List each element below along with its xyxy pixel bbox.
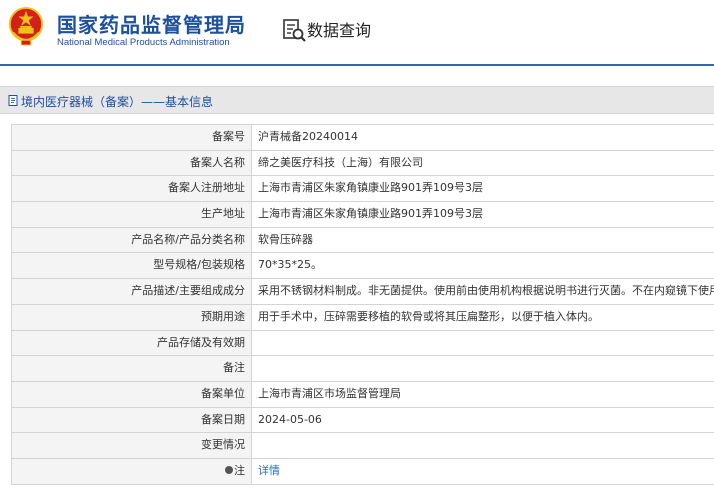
field-label: 变更情况 — [12, 433, 252, 458]
field-value: 沪青械备20240014 — [258, 130, 358, 143]
field-value: 缔之美医疗科技（上海）有限公司 — [258, 155, 423, 169]
detail-table: 备案号 沪青械备20240014 备案人名称 缔之美医疗科技（上海）有限公司 备… — [11, 124, 714, 485]
field-value: 采用不锈钢材料制成。非无菌提供。使用前由使用机构根据说明书进行灭菌。不在内窥镜下… — [258, 284, 714, 298]
table-row: 变更情况 — [12, 433, 714, 459]
bullet-icon — [225, 465, 233, 474]
table-row: 型号规格/包装规格 70*35*25。 — [12, 253, 714, 280]
field-value — [252, 433, 714, 458]
field-label: 型号规格/包装规格 — [12, 253, 252, 279]
table-row: 预期用途 用于手术中，压碎需要移植的软骨或将其压扁整形，以便于植入体内。 — [12, 304, 714, 331]
table-row: 产品描述/主要组成成分 采用不锈钢材料制成。非无菌提供。使用前由使用机构根据说明… — [12, 279, 714, 305]
note-label-cell: 注 — [12, 458, 252, 484]
field-value: 上海市青浦区市场监督管理局 — [258, 386, 401, 400]
document-icon — [8, 95, 18, 106]
site-header: 国家药品监督管理局 National Medical Products Admi… — [0, 0, 714, 66]
search-document-icon[interactable] — [282, 18, 306, 42]
site-title-cn: 国家药品监督管理局 — [57, 13, 246, 37]
national-emblem-icon — [8, 7, 44, 46]
field-label: 备案单位 — [12, 381, 252, 407]
table-row: 备案日期 2024-05-06 — [12, 407, 714, 434]
field-label: 备案人名称 — [12, 150, 252, 176]
table-row: 备案号 沪青械备20240014 — [12, 125, 714, 151]
field-label: 生产地址 — [12, 202, 252, 227]
field-label: 备案号 — [12, 125, 252, 150]
field-label: 备案日期 — [12, 407, 252, 433]
field-value: 2024-05-06 — [258, 412, 322, 426]
breadcrumb-text: 境内医疗器械（备案）——基本信息 — [21, 95, 214, 109]
table-row: 注 详情 — [12, 458, 714, 485]
table-row: 备案人名称 缔之美医疗科技（上海）有限公司 — [12, 150, 714, 177]
field-label: 预期用途 — [12, 304, 252, 330]
field-value: 用于手术中，压碎需要移植的软骨或将其压扁整形，以便于植入体内。 — [258, 309, 599, 323]
field-label: 备注 — [12, 356, 252, 381]
field-value: 上海市青浦区朱家角镇康业路901弄109号3层 — [258, 207, 483, 221]
table-row: 备注 — [12, 356, 714, 382]
table-row: 产品名称/产品分类名称 软骨压碎器 — [12, 227, 714, 254]
table-row: 生产地址 上海市青浦区朱家角镇康业路901弄109号3层 — [12, 202, 714, 228]
field-label: 产品描述/主要组成成分 — [12, 279, 252, 304]
site-title-en: National Medical Products Administration — [57, 37, 230, 48]
details-link[interactable]: 详情 — [252, 459, 714, 484]
table-row: 产品存储及有效期 — [12, 330, 714, 357]
field-value: 上海市青浦区朱家角镇康业路901弄109号3层 — [258, 181, 483, 195]
field-label: 备案人注册地址 — [12, 176, 252, 202]
field-label: 注 — [234, 463, 245, 477]
field-label: 产品存储及有效期 — [12, 330, 252, 356]
table-row: 备案单位 上海市青浦区市场监督管理局 — [12, 381, 714, 408]
breadcrumb: 境内医疗器械（备案）——基本信息 — [0, 86, 714, 114]
field-value — [252, 331, 714, 356]
field-value: 软骨压碎器 — [258, 232, 313, 246]
field-label: 产品名称/产品分类名称 — [12, 227, 252, 253]
field-value: 70*35*25。 — [258, 258, 322, 272]
data-query-link[interactable]: 数据查询 — [307, 17, 371, 41]
table-row: 备案人注册地址 上海市青浦区朱家角镇康业路901弄109号3层 — [12, 176, 714, 203]
field-value — [252, 356, 714, 381]
